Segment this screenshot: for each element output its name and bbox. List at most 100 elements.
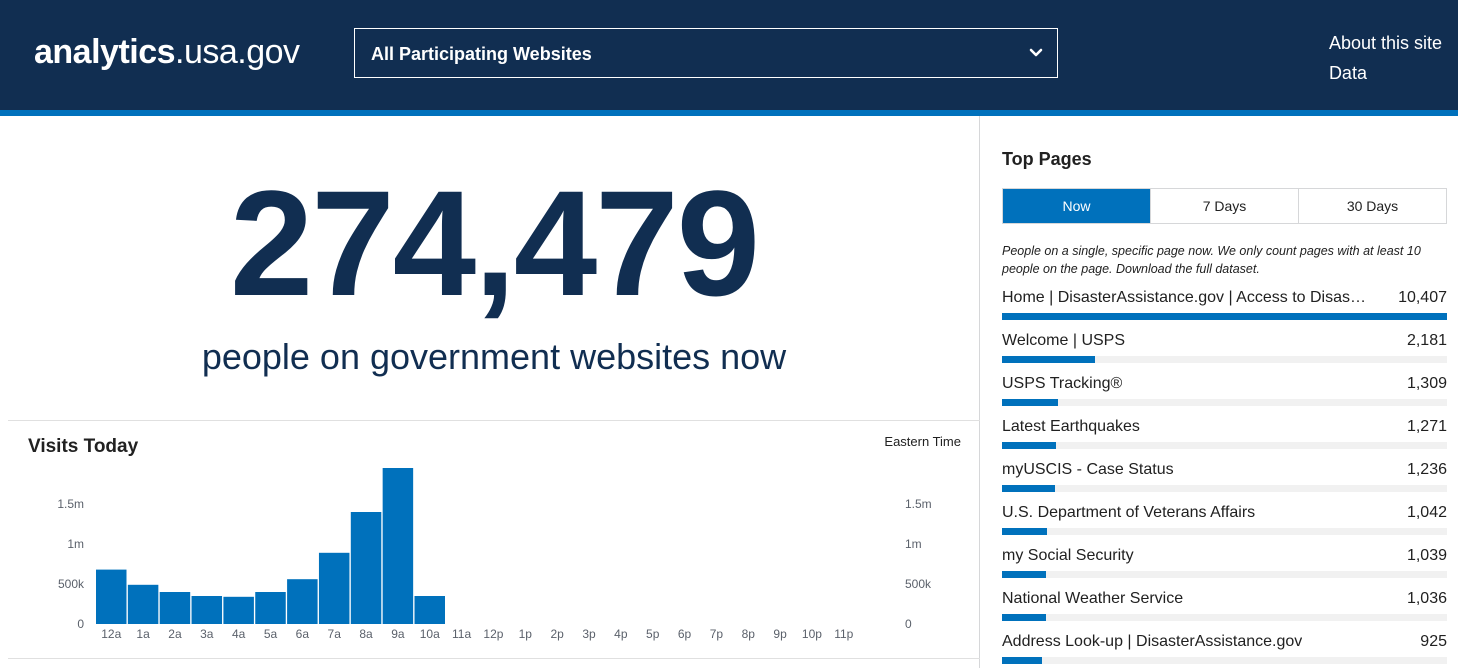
agency-select[interactable]: All Participating Websites xyxy=(354,28,1058,78)
x-tick-label: 6a xyxy=(296,627,310,641)
top-page-row[interactable]: National Weather Service 1,036 xyxy=(1002,590,1447,633)
header-nav: About this site Data xyxy=(1329,28,1442,88)
top-page-count: 1,036 xyxy=(1406,590,1447,607)
top-page-bar xyxy=(1002,485,1055,492)
y-tick-label-right: 0 xyxy=(905,617,912,631)
chevron-down-icon xyxy=(1029,48,1043,57)
y-tick-label-right: 500k xyxy=(905,577,932,591)
site-header: analytics.usa.gov All Participating Webs… xyxy=(0,0,1458,110)
top-page-row[interactable]: U.S. Department of Veterans Affairs 1,042 xyxy=(1002,504,1447,547)
visits-bar xyxy=(191,596,223,624)
section-divider xyxy=(8,658,980,659)
top-page-row[interactable]: Latest Earthquakes 1,271 xyxy=(1002,418,1447,461)
x-tick-label: 2a xyxy=(168,627,182,641)
top-page-row[interactable]: my Social Security 1,039 xyxy=(1002,547,1447,590)
x-tick-label: 10a xyxy=(420,627,440,641)
x-tick-label: 9a xyxy=(391,627,405,641)
y-tick-label-right: 1m xyxy=(905,537,922,551)
x-tick-label: 2p xyxy=(550,627,564,641)
top-page-bar xyxy=(1002,442,1057,449)
x-tick-label: 6p xyxy=(678,627,692,641)
top-page-row[interactable]: Welcome | USPS 2,181 xyxy=(1002,332,1447,375)
y-tick-label-left: 1m xyxy=(67,537,84,551)
visits-bar xyxy=(255,592,286,624)
x-tick-label: 4p xyxy=(614,627,628,641)
top-page-row[interactable]: USPS Tracking® 1,309 xyxy=(1002,375,1447,418)
top-pages-title: Top Pages xyxy=(1002,149,1092,169)
top-page-bar xyxy=(1002,399,1058,406)
visits-bar xyxy=(414,596,445,624)
top-page-name[interactable]: U.S. Department of Veterans Affairs xyxy=(1002,504,1255,522)
top-page-bar-track xyxy=(1002,485,1447,492)
top-page-bar xyxy=(1002,614,1047,621)
x-tick-label: 7p xyxy=(710,627,724,641)
top-page-bar-track xyxy=(1002,313,1447,320)
top-page-count: 1,271 xyxy=(1406,418,1447,435)
top-page-bar-track xyxy=(1002,571,1447,578)
site-logo[interactable]: analytics.usa.gov xyxy=(34,32,300,72)
top-page-row[interactable]: Address Look-up | DisasterAssistance.gov… xyxy=(1002,633,1447,668)
visits-bar xyxy=(96,569,127,624)
top-page-name[interactable]: USPS Tracking® xyxy=(1002,375,1122,393)
x-tick-label: 10p xyxy=(802,627,822,641)
visits-bar xyxy=(318,552,350,624)
top-pages-list: Home | DisasterAssistance.gov | Access t… xyxy=(1002,289,1447,668)
x-tick-label: 12a xyxy=(101,627,121,641)
x-tick-label: 9p xyxy=(773,627,787,641)
top-page-bar-track xyxy=(1002,356,1447,363)
top-page-name[interactable]: myUSCIS - Case Status xyxy=(1002,461,1174,479)
x-tick-label: 1a xyxy=(136,627,150,641)
top-page-row[interactable]: myUSCIS - Case Status 1,236 xyxy=(1002,461,1447,504)
top-page-count: 1,042 xyxy=(1406,504,1447,521)
main-panel: 274,479 people on government websites no… xyxy=(8,116,980,668)
tab-7-days[interactable]: 7 Days xyxy=(1151,189,1299,223)
nav-link-about[interactable]: About this site xyxy=(1329,28,1442,58)
x-tick-label: 3a xyxy=(200,627,214,641)
visits-bar xyxy=(350,512,382,624)
nav-link-data[interactable]: Data xyxy=(1329,58,1442,88)
tab-30-days[interactable]: 30 Days xyxy=(1299,189,1446,223)
top-page-bar xyxy=(1002,528,1047,535)
x-tick-label: 1p xyxy=(519,627,533,641)
top-page-count: 1,039 xyxy=(1406,547,1447,564)
top-page-bar-track xyxy=(1002,657,1447,664)
top-page-bar xyxy=(1002,571,1047,578)
realtime-count: 274,479 xyxy=(229,159,760,327)
top-pages-panel: Top Pages Now 7 Days 30 Days People on a… xyxy=(981,116,1458,668)
section-divider xyxy=(8,420,980,421)
top-page-row[interactable]: Home | DisasterAssistance.gov | Access t… xyxy=(1002,289,1447,332)
top-page-count: 1,236 xyxy=(1406,461,1447,478)
realtime-caption: people on government websites now xyxy=(201,336,787,377)
visits-bar xyxy=(287,579,318,624)
top-page-bar xyxy=(1002,356,1096,363)
visits-today-chart: 0 0 500k 500k 1m 1m 1.5m 1.5m 12a 1a 2a 3a 4a 5a 6a 7a 8… xyxy=(57,468,932,641)
visits-bar xyxy=(159,592,191,624)
tab-now[interactable]: Now xyxy=(1003,189,1151,223)
top-page-count: 925 xyxy=(1420,633,1447,650)
y-tick-label-right: 1.5m xyxy=(905,497,932,511)
x-tick-label: 3p xyxy=(582,627,596,641)
y-tick-label-left: 0 xyxy=(77,617,84,631)
x-tick-label: 4a xyxy=(232,627,246,641)
x-tick-label: 8p xyxy=(742,627,756,641)
top-pages-tabs: Now 7 Days 30 Days xyxy=(1002,188,1447,224)
top-page-name[interactable]: Welcome | USPS xyxy=(1002,332,1125,350)
x-tick-label: 7a xyxy=(328,627,342,641)
visits-bar xyxy=(382,468,414,624)
top-page-count: 1,309 xyxy=(1406,375,1447,392)
top-pages-description: People on a single, specific page now. W… xyxy=(1002,244,1421,276)
x-tick-label: 12p xyxy=(483,627,503,641)
top-page-name[interactable]: National Weather Service xyxy=(1002,590,1183,608)
y-tick-label-left: 500k xyxy=(58,577,85,591)
top-page-name[interactable]: my Social Security xyxy=(1002,547,1134,565)
x-tick-label: 5p xyxy=(646,627,660,641)
top-page-bar-track xyxy=(1002,528,1447,535)
top-page-bar-track xyxy=(1002,442,1447,449)
top-page-name[interactable]: Latest Earthquakes xyxy=(1002,418,1140,436)
top-page-count: 2,181 xyxy=(1406,332,1447,349)
top-page-bar xyxy=(1002,313,1447,320)
top-page-name[interactable]: Home | DisasterAssistance.gov | Access t… xyxy=(1002,289,1367,307)
top-page-name[interactable]: Address Look-up | DisasterAssistance.gov xyxy=(1002,633,1302,651)
top-page-bar-track xyxy=(1002,614,1447,621)
timezone-label: Eastern Time xyxy=(884,434,961,449)
